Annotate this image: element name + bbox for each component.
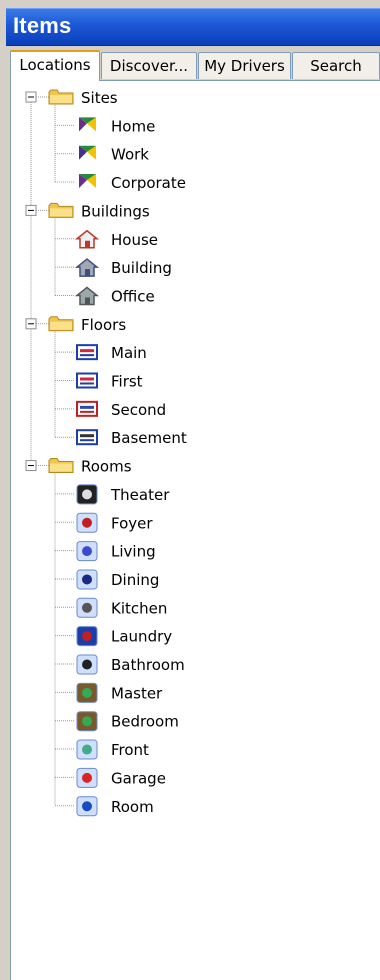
group-label-sites[interactable]: Sites <box>81 89 118 107</box>
tree-item-kitchen[interactable]: Kitchen <box>111 599 167 617</box>
tree-item-bedroom[interactable]: Bedroom <box>111 713 179 731</box>
room-icon <box>76 796 98 817</box>
items-window: Items Locations Discover... My Drivers S… <box>0 0 380 980</box>
foyer-icon <box>76 512 98 533</box>
tab-strip: Locations Discover... My Drivers Search <box>10 50 380 81</box>
tree-item-office[interactable]: Office <box>111 287 155 305</box>
tree-item-laundry[interactable]: Laundry <box>111 628 172 646</box>
window-title: Items <box>13 13 72 38</box>
tab-my-drivers[interactable]: My Drivers <box>198 52 291 79</box>
kitchen-icon <box>76 597 98 618</box>
tree-item-basement[interactable]: Basement <box>111 429 187 447</box>
tree-item-second[interactable]: Second <box>111 401 166 419</box>
location-tree: Sites Home Work Corporate Buildings House Buil… <box>25 89 187 817</box>
house-icon <box>74 229 100 249</box>
dining-icon <box>76 569 98 590</box>
site-home-icon <box>79 117 96 132</box>
folder-icon <box>48 202 74 218</box>
tree-panel[interactable]: Sites Home Work Corporate Buildings House Buil… <box>10 80 380 980</box>
tree-item-home[interactable]: Home <box>111 117 155 135</box>
bathroom-icon <box>76 654 98 675</box>
group-label-buildings[interactable]: Buildings <box>81 202 150 220</box>
folder-icon <box>48 89 74 105</box>
site-corporate-icon <box>79 174 96 189</box>
office-icon <box>74 286 100 306</box>
tree-item-building[interactable]: Building <box>111 259 172 277</box>
building-icon <box>74 258 100 277</box>
living-icon <box>76 541 98 562</box>
tab-discover[interactable]: Discover... <box>101 52 197 79</box>
group-label-floors[interactable]: Floors <box>81 316 126 334</box>
tree-item-front[interactable]: Front <box>111 741 149 759</box>
laundry-icon <box>76 626 98 647</box>
front-icon <box>76 739 98 760</box>
group-label-rooms[interactable]: Rooms <box>81 458 132 476</box>
theater-icon <box>76 484 98 505</box>
folder-icon <box>48 316 74 332</box>
tree-item-main[interactable]: Main <box>111 344 147 362</box>
tree-item-corporate[interactable]: Corporate <box>111 174 186 192</box>
floor-main-icon <box>76 344 98 361</box>
bedroom-icon <box>76 711 98 732</box>
tree-item-foyer[interactable]: Foyer <box>111 514 153 532</box>
tree-item-dining[interactable]: Dining <box>111 571 159 589</box>
tree-item-first[interactable]: First <box>111 373 143 391</box>
floor-first-icon <box>76 372 98 389</box>
tree-item-bathroom[interactable]: Bathroom <box>111 656 185 674</box>
tree-item-room[interactable]: Room <box>111 798 154 816</box>
site-work-icon <box>79 145 96 160</box>
tree-item-house[interactable]: House <box>111 231 158 249</box>
garage-icon <box>76 767 98 788</box>
tree-item-garage[interactable]: Garage <box>111 769 166 787</box>
folder-icon <box>48 458 74 474</box>
floor-basement-icon <box>76 429 98 446</box>
tab-search[interactable]: Search <box>292 52 380 79</box>
floor-second-icon <box>76 400 98 417</box>
tree-item-master[interactable]: Master <box>111 684 163 702</box>
master-bed-icon <box>76 682 98 703</box>
tree-item-living[interactable]: Living <box>111 543 156 561</box>
tree-item-theater[interactable]: Theater <box>110 486 170 504</box>
title-bar[interactable]: Items <box>6 8 380 46</box>
tab-locations[interactable]: Locations <box>10 50 100 81</box>
tree-item-work[interactable]: Work <box>111 146 149 164</box>
